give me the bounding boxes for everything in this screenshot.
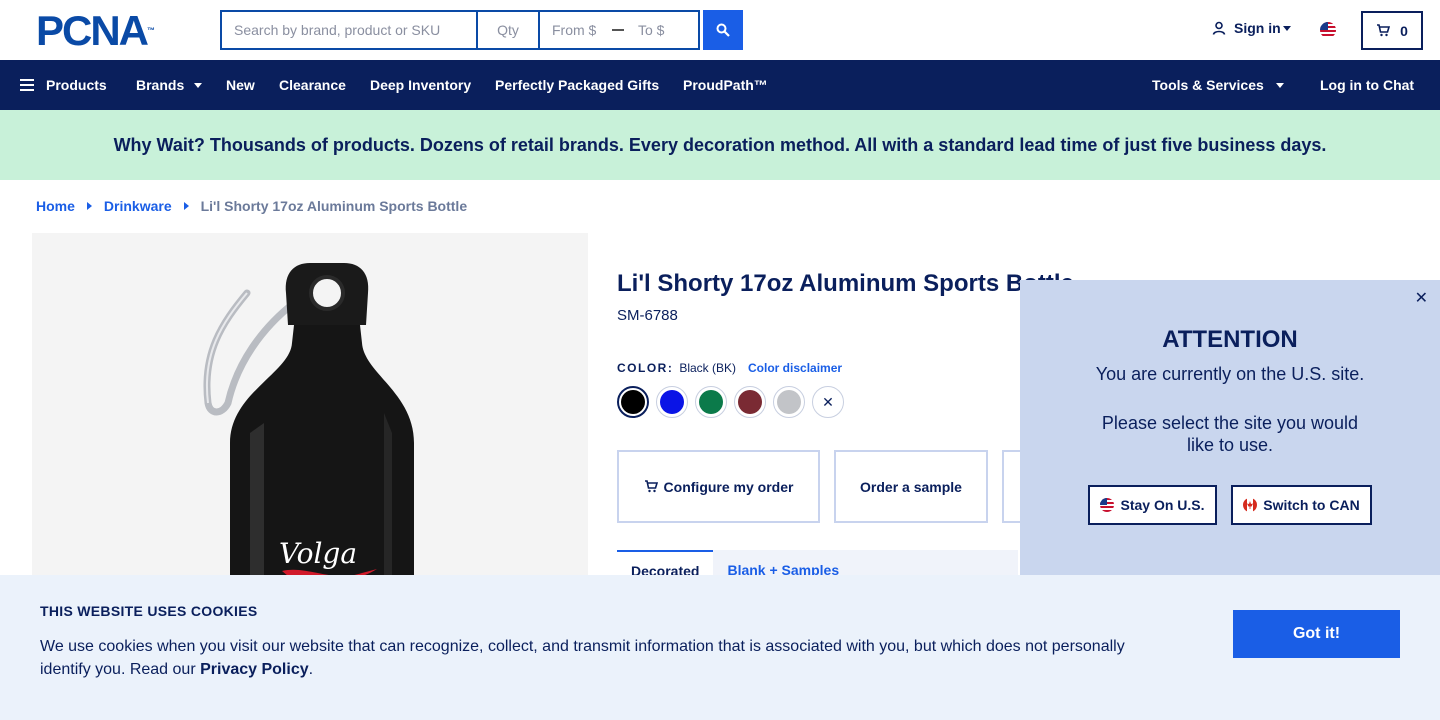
popup-title: ATTENTION bbox=[1162, 326, 1298, 353]
nav-proudpath-label: ProudPath™ bbox=[683, 77, 768, 93]
pcna-logo[interactable]: PCNA™ bbox=[36, 10, 156, 52]
swatch-silver-color bbox=[777, 390, 801, 414]
nav-products-label: Products bbox=[46, 77, 107, 93]
nav-new[interactable]: New bbox=[226, 60, 255, 110]
product-title: Li'l Shorty 17oz Aluminum Sports Bottle bbox=[617, 270, 1074, 297]
search-input[interactable] bbox=[222, 12, 478, 48]
stay-us-button[interactable]: Stay On U.S. bbox=[1088, 485, 1217, 525]
cookie-period: . bbox=[308, 661, 314, 678]
nav-tools-label: Tools & Services bbox=[1152, 77, 1264, 93]
nav-clearance[interactable]: Clearance bbox=[279, 60, 346, 110]
chevron-down-icon bbox=[194, 82, 203, 88]
nav-new-label: New bbox=[226, 77, 255, 93]
search-button[interactable] bbox=[703, 10, 743, 50]
cart-button[interactable]: 0 bbox=[1361, 11, 1423, 50]
cookie-text: We use cookies when you visit our websit… bbox=[40, 635, 1140, 681]
canada-flag-icon bbox=[1243, 498, 1258, 512]
us-flag-icon[interactable] bbox=[1320, 22, 1336, 38]
site-header: PCNA™ Sign in 0 bbox=[0, 0, 1440, 60]
nav-gifts[interactable]: Perfectly Packaged Gifts bbox=[495, 60, 659, 110]
stay-us-label: Stay On U.S. bbox=[1120, 497, 1205, 513]
qty-input[interactable] bbox=[478, 12, 540, 48]
cart-count: 0 bbox=[1400, 22, 1408, 39]
us-flag-icon bbox=[1100, 498, 1115, 512]
sign-in-button[interactable]: Sign in bbox=[1212, 20, 1291, 36]
nav-chat[interactable]: Log in to Chat bbox=[1320, 60, 1414, 110]
configure-order-label: Configure my order bbox=[663, 478, 794, 495]
color-disclaimer-link[interactable]: Color disclaimer bbox=[748, 361, 842, 375]
color-label: COLOR: bbox=[617, 361, 674, 375]
user-icon bbox=[1212, 21, 1226, 35]
price-to-input[interactable] bbox=[626, 12, 698, 48]
swatch-blue[interactable] bbox=[656, 386, 688, 418]
nav-clearance-label: Clearance bbox=[279, 77, 346, 93]
promo-banner: Why Wait? Thousands of products. Dozens … bbox=[0, 110, 1440, 180]
search-icon bbox=[716, 23, 730, 37]
caret-right-icon bbox=[183, 202, 189, 210]
cart-icon bbox=[644, 480, 658, 493]
breadcrumb: Home Drinkware Li'l Shorty 17oz Aluminum… bbox=[36, 198, 467, 214]
breadcrumb-current: Li'l Shorty 17oz Aluminum Sports Bottle bbox=[200, 198, 468, 214]
swatch-green-color bbox=[699, 390, 723, 414]
close-icon[interactable]: ✕ bbox=[1415, 288, 1428, 308]
nav-gifts-label: Perfectly Packaged Gifts bbox=[495, 77, 660, 93]
logo-text: PCNA bbox=[36, 7, 149, 54]
swatch-burgundy-color bbox=[738, 390, 762, 414]
breadcrumb-category[interactable]: Drinkware bbox=[104, 198, 172, 214]
hamburger-icon bbox=[20, 79, 34, 91]
got-it-button[interactable]: Got it! bbox=[1233, 610, 1400, 658]
switch-can-button[interactable]: Switch to CAN bbox=[1231, 485, 1372, 525]
nav-brands-label: Brands bbox=[136, 77, 185, 93]
cookie-banner: THIS WEBSITE USES COOKIES We use cookies… bbox=[0, 575, 1440, 720]
site-selector-popup: ✕ ATTENTION You are currently on the U.S… bbox=[1020, 280, 1440, 576]
swatch-green[interactable] bbox=[695, 386, 727, 418]
color-swatches: ✕ bbox=[617, 386, 844, 418]
product-sku: SM-6788 bbox=[617, 307, 678, 324]
order-sample-button[interactable]: Order a sample bbox=[834, 450, 988, 523]
price-from-input[interactable] bbox=[540, 12, 610, 48]
logo-trademark: ™ bbox=[147, 26, 156, 35]
nav-proudpath[interactable]: ProudPath™ bbox=[683, 60, 768, 110]
chevron-down-icon bbox=[1275, 82, 1284, 88]
promo-banner-text: Why Wait? Thousands of products. Dozens … bbox=[113, 134, 1327, 155]
swatch-burgundy[interactable] bbox=[734, 386, 766, 418]
main-nav: Products Brands New Clearance Deep Inven… bbox=[0, 60, 1440, 110]
popup-current-site: You are currently on the U.S. site. bbox=[1095, 364, 1365, 384]
cart-icon bbox=[1377, 24, 1391, 37]
close-icon: ✕ bbox=[822, 393, 834, 410]
caret-right-icon bbox=[86, 202, 92, 210]
swatch-black[interactable] bbox=[617, 386, 649, 418]
price-range-dash bbox=[612, 29, 624, 31]
clear-color-button[interactable]: ✕ bbox=[812, 386, 844, 418]
nav-products[interactable]: Products bbox=[20, 60, 107, 110]
breadcrumb-home[interactable]: Home bbox=[36, 198, 75, 214]
nav-deep-inventory[interactable]: Deep Inventory bbox=[370, 60, 471, 110]
sign-in-label: Sign in bbox=[1234, 20, 1281, 36]
nav-tools[interactable]: Tools & Services bbox=[1152, 60, 1284, 110]
order-sample-label: Order a sample bbox=[860, 478, 962, 495]
bottle-imprint: Volga bbox=[279, 537, 357, 570]
nav-deep-inventory-label: Deep Inventory bbox=[370, 77, 472, 93]
popup-instruction: Please select the site you would like to… bbox=[1101, 413, 1359, 455]
nav-brands[interactable]: Brands bbox=[136, 60, 203, 110]
got-it-label: Got it! bbox=[1292, 625, 1341, 642]
chevron-down-icon bbox=[1282, 25, 1291, 31]
cookie-title: THIS WEBSITE USES COOKIES bbox=[40, 603, 258, 619]
swatch-silver[interactable] bbox=[773, 386, 805, 418]
color-selector-row: COLOR: Black (BK) Color disclaimer bbox=[617, 361, 842, 375]
nav-chat-label: Log in to Chat bbox=[1320, 77, 1415, 93]
color-value: Black (BK) bbox=[679, 361, 737, 375]
switch-can-label: Switch to CAN bbox=[1263, 497, 1360, 513]
swatch-blue-color bbox=[660, 390, 684, 414]
configure-order-button[interactable]: Configure my order bbox=[617, 450, 820, 523]
privacy-policy-link[interactable]: Privacy Policy bbox=[200, 661, 309, 678]
search-form bbox=[220, 10, 700, 50]
swatch-black-color bbox=[621, 390, 645, 414]
